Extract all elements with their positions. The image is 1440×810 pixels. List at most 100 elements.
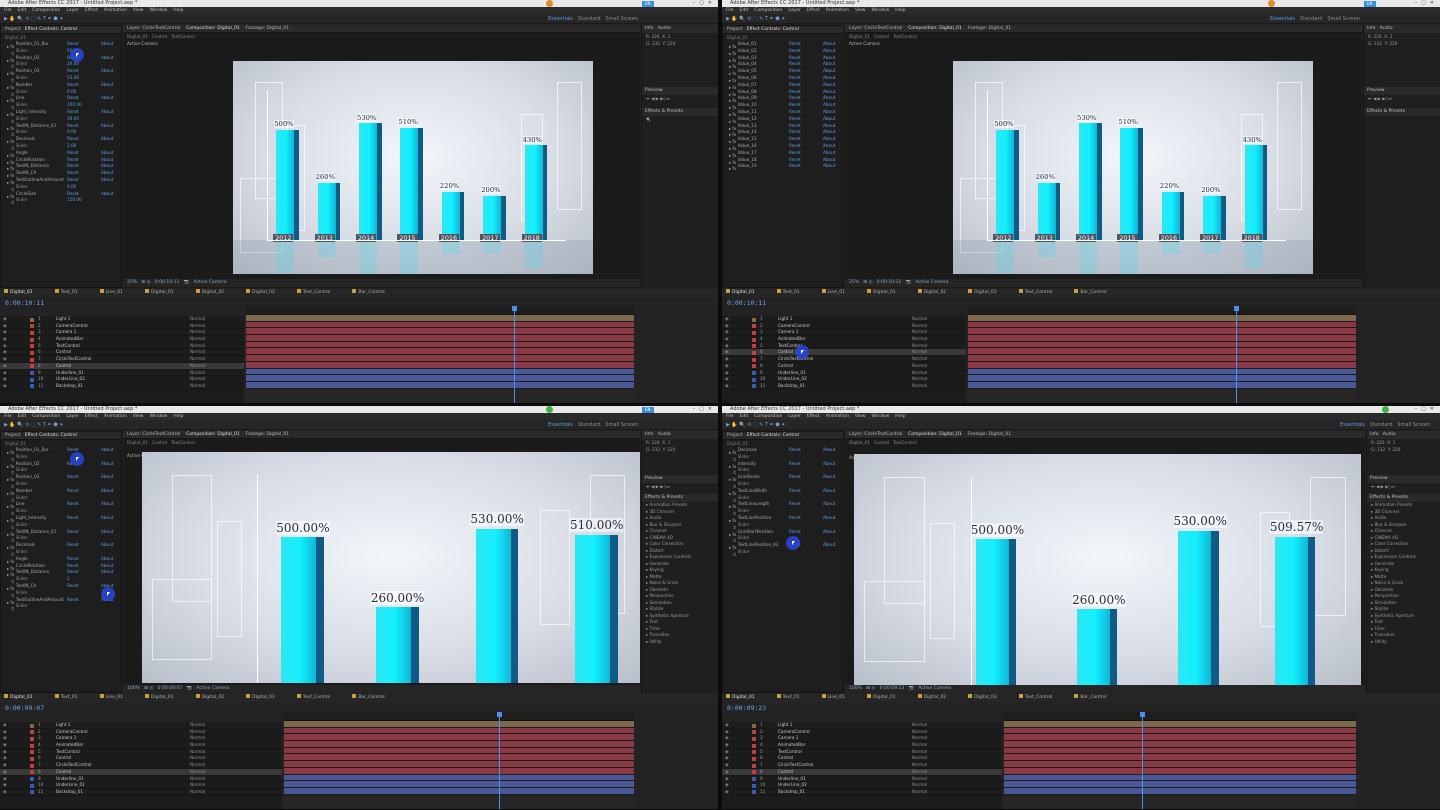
effect-about-link[interactable]: About	[101, 157, 113, 164]
effect-about-link[interactable]: About	[101, 569, 113, 576]
eye-icon[interactable]: ◉	[3, 336, 7, 343]
layer-mode[interactable]: Normal	[912, 782, 927, 789]
layer-name[interactable]: Control	[56, 755, 136, 762]
comp-timecode[interactable]: 0:00:10:11	[877, 280, 902, 285]
layer-name[interactable]: Light 1	[56, 316, 136, 323]
layer-name[interactable]: Camera 1	[56, 329, 136, 336]
label-color-swatch[interactable]	[30, 756, 34, 761]
layer-track-bar[interactable]	[1004, 787, 1356, 795]
label-color-swatch[interactable]	[752, 743, 756, 748]
effect-about-link[interactable]: About	[101, 461, 113, 468]
eye-icon[interactable]: ◉	[3, 722, 7, 729]
menu-item[interactable]: File	[726, 8, 734, 13]
effect-about-link[interactable]: About	[101, 563, 113, 570]
layer-mode[interactable]: Normal	[190, 735, 205, 742]
layer-name[interactable]: Camera 1	[56, 735, 136, 742]
eye-icon[interactable]: ◉	[725, 329, 729, 336]
effect-row[interactable]: ⏱ Slider 0.00	[1, 89, 121, 97]
window-controls[interactable]: –▢✕	[693, 406, 716, 413]
layer-track-bar[interactable]	[968, 348, 1356, 356]
label-color-swatch[interactable]	[752, 783, 756, 788]
timeline-comp-tabs[interactable]: Digital_01 Text_01 Line_01 Digital_01 Digita…	[0, 694, 718, 702]
layer-track-bar[interactable]	[1004, 721, 1356, 728]
menu-item[interactable]: View	[855, 414, 866, 419]
layer-name[interactable]: Backdrop_01	[778, 383, 858, 390]
label-color-swatch[interactable]	[752, 337, 756, 342]
layer-track-bar[interactable]	[284, 787, 634, 795]
chart-render-br[interactable]: 500.00% 260.00% 530.00% 509.57%	[854, 454, 1361, 685]
effect-value[interactable]: Reset	[67, 150, 79, 157]
effect-row[interactable]: ⏱ Slider	[723, 508, 843, 516]
effect-row[interactable]: ▸ fx TextIN_Distance_01 Reset About	[1, 529, 121, 537]
workspace-switcher[interactable]: Essentials Standard Small Screen	[548, 420, 638, 430]
layer-track-bar[interactable]	[968, 315, 1356, 322]
layer-row[interactable]: ◉ 8 Control Normal	[0, 362, 244, 370]
label-color-swatch[interactable]	[30, 790, 34, 795]
effect-value[interactable]: 30.00	[67, 116, 79, 123]
effect-value[interactable]: Reset	[67, 529, 79, 536]
effect-value[interactable]: Reset	[67, 515, 79, 522]
effect-value[interactable]: Reset	[67, 488, 79, 495]
label-color-swatch[interactable]	[752, 330, 756, 335]
comp-footer[interactable]: 100% ⊞ ◎ 0:00:09:07 📷 Active Camera	[123, 685, 640, 693]
zoom-level[interactable]: 25%	[849, 280, 859, 285]
layer-row[interactable]: ◉ 9 Underline_01 Normal	[722, 370, 966, 377]
layer-name[interactable]: Light 1	[778, 316, 858, 323]
effect-row[interactable]: ▸ fx Number Reset About	[1, 82, 121, 90]
effect-value[interactable]: Reset	[789, 89, 801, 96]
layer-name[interactable]: CircleTextControl	[56, 356, 136, 363]
eye-icon[interactable]: ◉	[3, 383, 7, 390]
layer-row[interactable]: ◉ 1 Light 1 Normal	[722, 722, 1002, 729]
effect-about-link[interactable]: About	[101, 109, 113, 116]
layer-mode[interactable]: Normal	[912, 376, 927, 383]
label-color-swatch[interactable]	[752, 770, 756, 775]
eye-icon[interactable]: ◉	[3, 776, 7, 783]
eye-icon[interactable]: ◉	[3, 363, 7, 370]
selection-tool-icon[interactable]: ▶ ✋ 🔍 ⟲ ⬚ ✎ T ✒ ⬟ ✦	[4, 16, 63, 22]
label-color-swatch[interactable]	[752, 371, 756, 375]
layer-track-bar[interactable]	[246, 315, 634, 322]
comp-tabs[interactable]: Layer: CircleTextControl Composition: Di…	[845, 25, 1362, 33]
layer-name[interactable]: UnderLine_02	[56, 376, 136, 383]
label-color-swatch[interactable]	[30, 371, 34, 375]
layer-name[interactable]: Light 1	[778, 722, 858, 729]
eye-icon[interactable]: ◉	[3, 789, 7, 796]
layer-mode[interactable]: Normal	[190, 370, 205, 377]
label-color-swatch[interactable]	[752, 364, 756, 369]
label-color-swatch[interactable]	[752, 357, 756, 362]
layer-row[interactable]: ◉ 7 CircleTextControl Normal	[722, 762, 1002, 769]
view-select[interactable]: Active Camera	[918, 686, 951, 691]
effect-row[interactable]: ▸ fx Angle Reset About	[1, 150, 121, 158]
effect-about-link[interactable]: About	[101, 529, 113, 536]
comp-breadcrumbs[interactable]: Digital_01 Control TextControl	[123, 33, 640, 40]
effect-row[interactable]: ▸ fx Value_15 Reset About	[723, 136, 843, 144]
layer-row[interactable]: ◉ 5 TextControl Normal	[0, 749, 282, 756]
menu-item[interactable]: Effect	[807, 8, 820, 13]
menu-item[interactable]: Composition	[754, 414, 782, 419]
playhead[interactable]	[512, 306, 517, 403]
eye-icon[interactable]: ◉	[3, 762, 7, 769]
effect-about-link[interactable]: About	[823, 61, 835, 68]
layer-mode[interactable]: Normal	[912, 370, 927, 377]
effect-row[interactable]: ⏱ Slider 2.00	[1, 143, 121, 151]
preview-controls[interactable]: ⏮ ◀ ▶ ▶| ⏭	[642, 483, 718, 490]
label-color-swatch[interactable]	[752, 750, 756, 755]
layer-row[interactable]: ◉ 1 Light 1 Normal	[0, 316, 244, 323]
layer-track-bar[interactable]	[284, 734, 634, 742]
layer-track-bar[interactable]	[968, 335, 1356, 342]
layer-row[interactable]: ◉ 2 CameraControl Normal	[0, 323, 244, 330]
comp-footer[interactable]: 25% ⊞ ◎ 0:00:10:11 📷 Active Camera	[845, 279, 1362, 287]
effects-presets-tab[interactable]: Effects & Presets	[642, 108, 718, 116]
label-color-swatch[interactable]	[30, 344, 34, 349]
layer-mode[interactable]: Normal	[912, 349, 927, 356]
effect-row[interactable]: ▸ fx TextIN_Ch Reset About	[1, 170, 121, 178]
effect-about-link[interactable]: About	[101, 163, 113, 170]
layer-track-bar[interactable]	[284, 741, 634, 748]
layer-name[interactable]: Control	[56, 769, 136, 776]
effect-about-link[interactable]: About	[823, 55, 835, 62]
layer-row[interactable]: ◉ 7 CircleTextControl Normal	[0, 356, 244, 363]
layer-name[interactable]: Light 1	[56, 722, 136, 729]
effect-value[interactable]: Reset	[789, 143, 801, 150]
layer-mode[interactable]: Normal	[912, 356, 927, 363]
eye-icon[interactable]: ◉	[3, 742, 7, 749]
